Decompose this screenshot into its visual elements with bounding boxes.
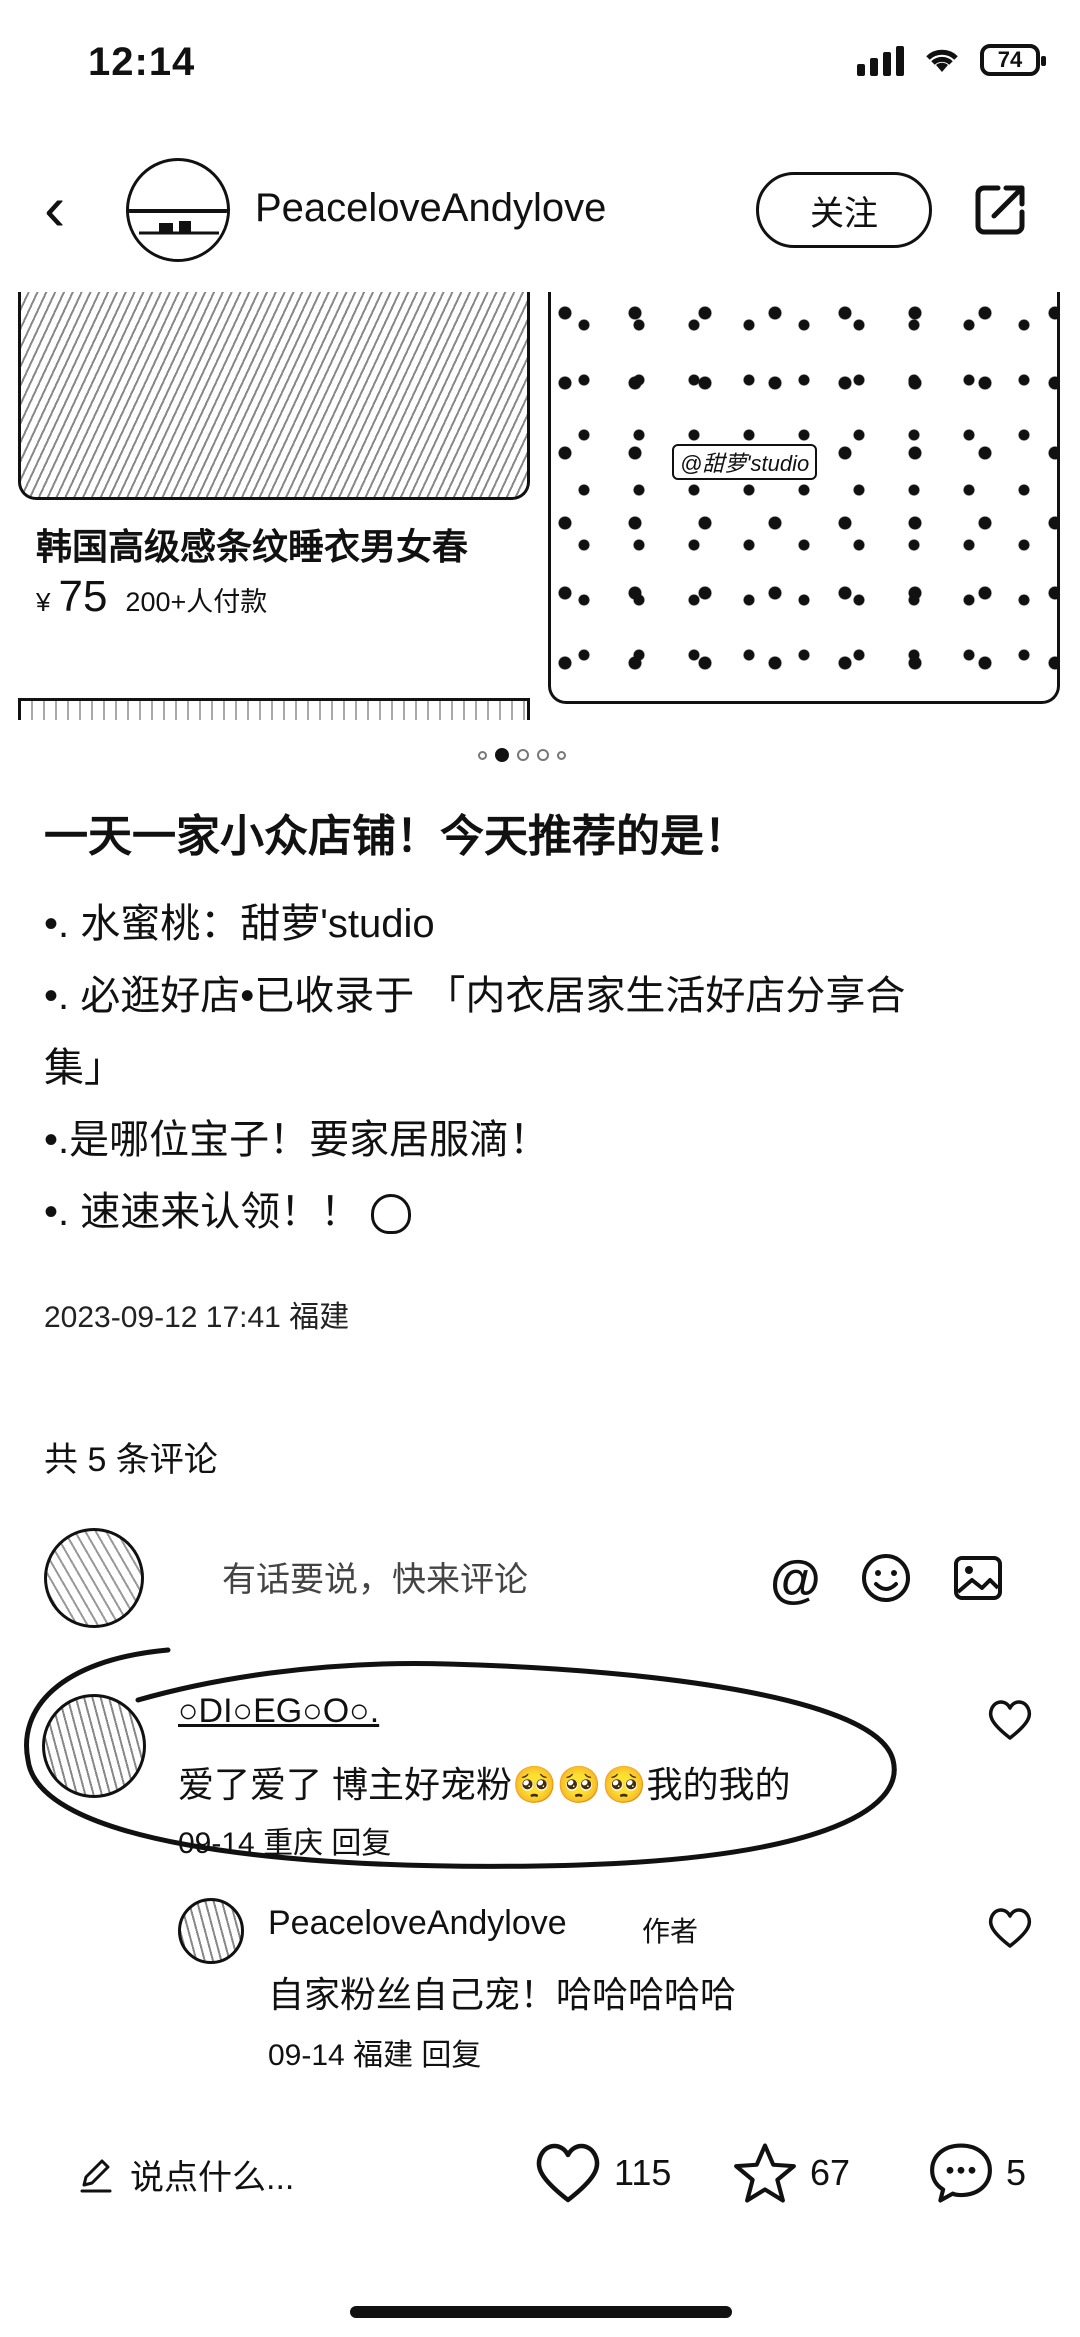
compose-button[interactable]: 说点什么...	[76, 2150, 294, 2199]
post-date: 2023-09-12 17:41 福建	[44, 1301, 350, 1334]
post-line: •. 必逛好店•已收录于 「内衣居家生活好店分享合	[44, 974, 906, 1018]
wifi-icon	[926, 49, 958, 72]
author-name[interactable]: PeaceloveAndylove	[255, 186, 606, 231]
image-watermark: @甜萝'studio	[672, 444, 818, 480]
like-button[interactable]: 115	[532, 2140, 671, 2206]
post-line: 集」	[44, 1046, 124, 1090]
comment-count: 共 5 条评论	[44, 1441, 218, 1479]
comment-input[interactable]: 有话要说，快来评论	[222, 1552, 528, 1601]
mention-icon[interactable]: @	[770, 1550, 821, 1610]
product-image-next[interactable]	[18, 698, 530, 720]
battery-icon: 74	[980, 44, 1046, 76]
comment-button[interactable]: 5	[926, 2140, 1026, 2206]
product-price-row: ¥ 75 200+人付款	[36, 572, 267, 622]
commenter-avatar[interactable]	[42, 1694, 146, 1798]
product-title[interactable]: 韩国高级感条纹睡衣男女春	[36, 518, 468, 570]
emoji-icon	[371, 1194, 412, 1235]
comment-like-icon[interactable]	[986, 1698, 1034, 1742]
post-title: 一天一家小众店铺！今天推荐的是！	[44, 812, 748, 861]
post-line: •. 水蜜桃：甜萝'studio	[44, 902, 435, 946]
author-avatar[interactable]	[126, 158, 230, 262]
reply-author-name[interactable]: PeaceloveAndylove	[268, 1904, 567, 1943]
status-time: 12:14	[88, 40, 196, 84]
reply-like-icon[interactable]	[986, 1906, 1034, 1950]
comment-icon	[930, 2143, 992, 2203]
signal-icon	[857, 44, 904, 76]
like-count: 115	[614, 2152, 672, 2193]
home-indicator[interactable]	[350, 2306, 732, 2318]
pen-icon	[80, 2159, 112, 2192]
collect-count: 67	[810, 2152, 851, 2193]
share-icon[interactable]	[972, 182, 1028, 238]
compose-label: 说点什么...	[130, 2159, 295, 2197]
status-icons: 74	[857, 44, 1046, 76]
product-price: 75	[58, 572, 108, 621]
currency-symbol: ¥	[36, 587, 51, 617]
author-badge: 作者	[642, 1916, 699, 1947]
commenter-name[interactable]: ○DI○EG○O○.	[178, 1692, 379, 1731]
back-icon[interactable]: ‹	[44, 176, 65, 240]
user-avatar	[44, 1528, 144, 1628]
heart-icon	[536, 2143, 600, 2203]
reply-text: 自家粉丝自己宠！哈哈哈哈哈	[268, 1974, 737, 2015]
emoji-picker-icon[interactable]	[860, 1552, 912, 1604]
post-body: •. 水蜜桃：甜萝'studio •. 必逛好店•已收录于 「内衣居家生活好店分…	[44, 888, 1044, 1248]
product-image[interactable]	[18, 292, 530, 500]
collect-button[interactable]: 67	[730, 2140, 850, 2206]
carousel-indicator	[478, 748, 566, 762]
comment-text: 爱了爱了 博主好宠粉🥺🥺🥺我的我的	[178, 1764, 791, 1805]
comment-count-bottom: 5	[1006, 2152, 1027, 2193]
post-line: •. 速速来认领！！	[44, 1176, 1044, 1248]
photo-image[interactable]	[548, 292, 1060, 704]
post-line: •.是哪位宝子！要家居服滴！	[44, 1118, 550, 1162]
reply-meta[interactable]: 09-14 福建 回复	[268, 2030, 481, 2074]
comment-meta[interactable]: 09-14 重庆 回复	[178, 1818, 391, 1862]
reply-avatar[interactable]	[178, 1898, 244, 1964]
product-sold-count: 200+人付款	[125, 587, 268, 617]
follow-button[interactable]: 关注	[756, 172, 932, 248]
star-icon	[734, 2143, 796, 2203]
image-picker-icon[interactable]	[952, 1552, 1004, 1604]
